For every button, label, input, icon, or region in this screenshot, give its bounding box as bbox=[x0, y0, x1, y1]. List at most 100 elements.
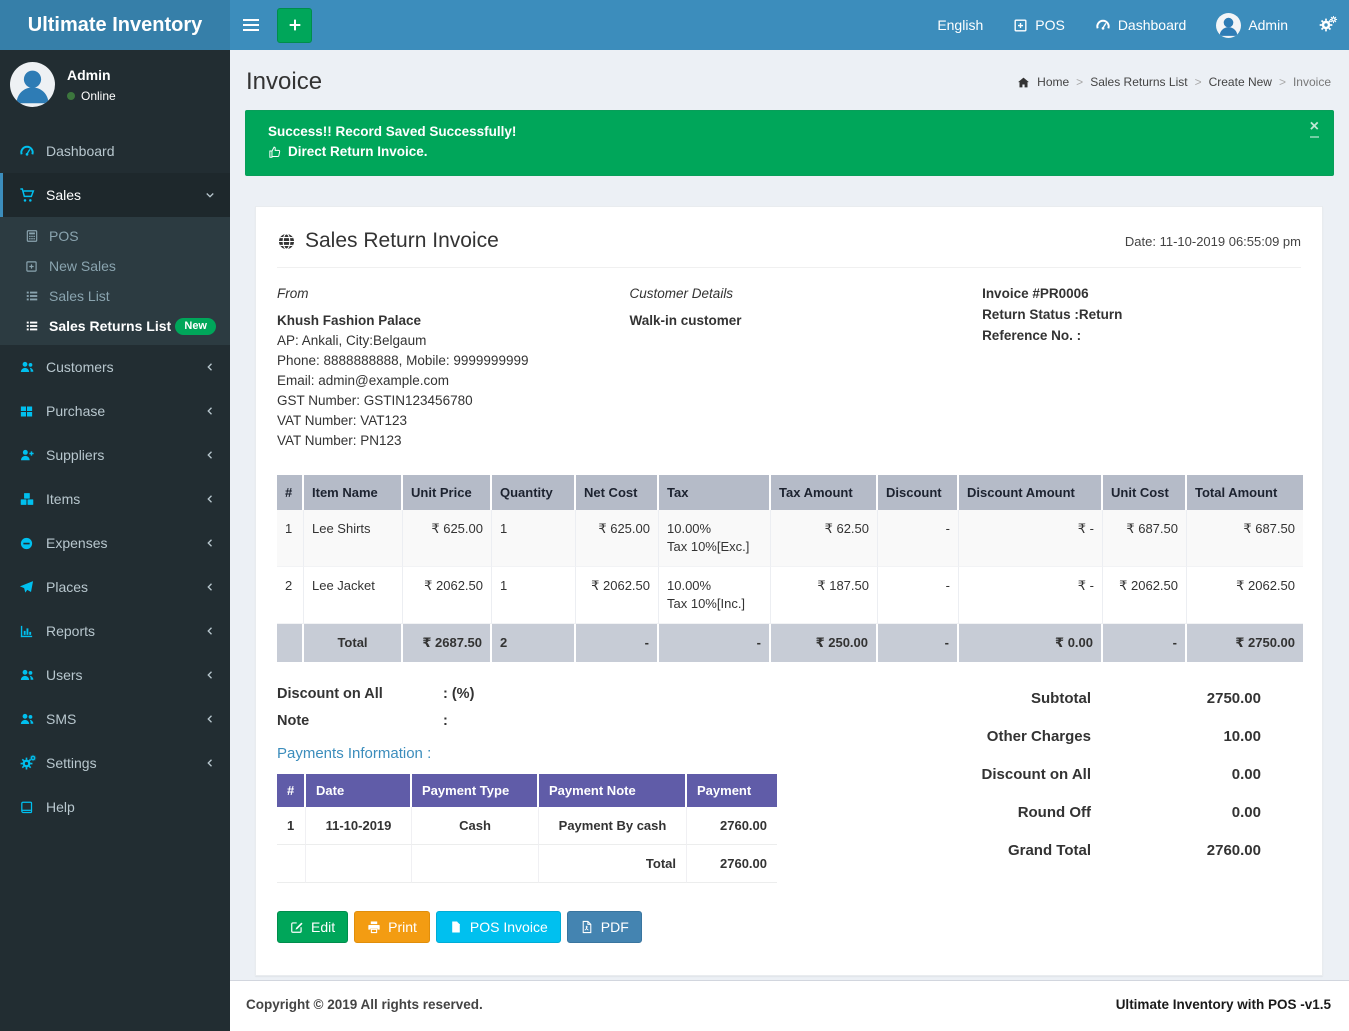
from-gst: GST Number: GSTIN123456780 bbox=[277, 391, 630, 411]
content-header: Invoice Home > Sales Returns List > Crea… bbox=[230, 50, 1349, 97]
nav-dashboard-link[interactable]: Dashboard bbox=[1080, 0, 1202, 50]
col-payment-note: Payment Note bbox=[539, 774, 687, 807]
calculator-icon bbox=[22, 229, 41, 243]
total-discount-amount: ₹ 0.00 bbox=[959, 624, 1103, 662]
col-quantity: Quantity bbox=[492, 475, 576, 510]
col-unit-cost: Unit Cost bbox=[1103, 475, 1187, 510]
grand-total-row: Grand Total 2760.00 bbox=[929, 842, 1301, 859]
cell-tax-amount: ₹ 62.50 bbox=[771, 510, 878, 567]
pencil-square-icon bbox=[290, 920, 304, 934]
items-table: # Item Name Unit Price Quantity Net Cost… bbox=[277, 475, 1303, 662]
content-wrapper: Invoice Home > Sales Returns List > Crea… bbox=[230, 50, 1349, 980]
action-buttons: Edit Print POS Invoice PDF bbox=[277, 911, 1301, 943]
list-icon bbox=[22, 289, 41, 303]
sidebar-item-dashboard[interactable]: Dashboard bbox=[0, 129, 230, 173]
chevron-left-icon bbox=[204, 361, 216, 373]
copyright-text: Copyright © 2019 All rights reserved. bbox=[246, 997, 483, 1031]
sidebar-item-settings[interactable]: Settings bbox=[0, 741, 230, 785]
plus-icon bbox=[287, 17, 303, 33]
sidebar-item-new-sales[interactable]: New Sales bbox=[0, 251, 230, 281]
grid-icon bbox=[16, 404, 37, 419]
nav-pos-link[interactable]: POS bbox=[998, 0, 1080, 50]
col-discount: Discount bbox=[878, 475, 959, 510]
from-email: Email: admin@example.com bbox=[277, 371, 630, 391]
pos-invoice-button[interactable]: POS Invoice bbox=[436, 911, 561, 943]
sidebar-item-places[interactable]: Places bbox=[0, 565, 230, 609]
settings-menu[interactable] bbox=[1303, 0, 1349, 50]
sidebar-item-sales-list[interactable]: Sales List bbox=[0, 281, 230, 311]
sidebar-item-users[interactable]: Users bbox=[0, 653, 230, 697]
user-menu[interactable]: Admin bbox=[1201, 0, 1303, 50]
invoice-meta-section: Invoice #PR0006 Return Status :Return Re… bbox=[982, 284, 1301, 451]
sidebar-item-sales-returns-list[interactable]: Sales Returns List New bbox=[0, 311, 230, 341]
print-button[interactable]: Print bbox=[354, 911, 430, 943]
invoice-number: Invoice #PR0006 bbox=[982, 284, 1301, 304]
chevron-left-icon bbox=[204, 757, 216, 769]
col-discount-amount: Discount Amount bbox=[959, 475, 1103, 510]
breadcrumb-home[interactable]: Home bbox=[1037, 75, 1069, 89]
cell-tax: 10.00% Tax 10%[Inc.] bbox=[659, 567, 771, 624]
from-address: AP: Ankali, City:Belgaum bbox=[277, 331, 630, 351]
total-discount: - bbox=[878, 624, 959, 662]
cubes-icon bbox=[16, 491, 37, 507]
language-menu[interactable]: English bbox=[922, 0, 998, 50]
table-row: 2 Lee Jacket ₹ 2062.50 1 ₹ 2062.50 10.00… bbox=[277, 567, 1303, 624]
cell-discount-amount: ₹ - bbox=[959, 510, 1103, 567]
chevron-left-icon bbox=[204, 537, 216, 549]
cell-total-amount: ₹ 687.50 bbox=[1187, 510, 1303, 567]
reference-number: Reference No. : bbox=[982, 326, 1301, 346]
paper-plane-icon bbox=[16, 580, 37, 595]
breadcrumb-invoice: Invoice bbox=[1293, 75, 1331, 89]
divider bbox=[277, 267, 1301, 268]
alert-submessage: Direct Return Invoice. bbox=[268, 144, 1298, 159]
from-phone: Phone: 8888888888, Mobile: 9999999999 bbox=[277, 351, 630, 371]
user-icon bbox=[10, 62, 55, 107]
invoice-lower-section: Discount on All : (%) Note : Payments In… bbox=[277, 686, 1301, 883]
user-icon bbox=[1216, 13, 1241, 38]
breadcrumb-separator: > bbox=[1076, 75, 1083, 89]
breadcrumb-create-new[interactable]: Create New bbox=[1209, 75, 1272, 89]
total-tax-amount: ₹ 250.00 bbox=[771, 624, 878, 662]
total-unit-price: ₹ 2687.50 bbox=[403, 624, 492, 662]
cell-sn: 2 bbox=[277, 567, 304, 624]
subtotal-row: Subtotal 2750.00 bbox=[929, 690, 1301, 707]
cell-unit-cost: ₹ 2062.50 bbox=[1103, 567, 1187, 624]
col-total-amount: Total Amount bbox=[1187, 475, 1303, 510]
breadcrumb-sales-returns-list[interactable]: Sales Returns List bbox=[1090, 75, 1187, 89]
sidebar-item-help[interactable]: Help bbox=[0, 785, 230, 829]
sidebar-item-pos[interactable]: POS bbox=[0, 221, 230, 251]
customer-name: Walk-in customer bbox=[630, 311, 983, 331]
sidebar-item-customers[interactable]: Customers bbox=[0, 345, 230, 389]
cell-net-cost: ₹ 2062.50 bbox=[576, 567, 659, 624]
cell-tax-amount: ₹ 187.50 bbox=[771, 567, 878, 624]
sidebar-item-sms[interactable]: SMS bbox=[0, 697, 230, 741]
chevron-left-icon bbox=[204, 625, 216, 637]
chevron-left-icon bbox=[204, 713, 216, 725]
sidebar-item-sales[interactable]: Sales bbox=[0, 173, 230, 217]
close-icon[interactable]: × bbox=[1310, 119, 1319, 138]
sidebar-user-panel: Admin Online bbox=[0, 50, 230, 119]
sidebar-item-purchase[interactable]: Purchase bbox=[0, 389, 230, 433]
payments-total-row: Total 2760.00 bbox=[277, 845, 777, 883]
sidebar-item-suppliers[interactable]: Suppliers bbox=[0, 433, 230, 477]
file-pdf-icon bbox=[580, 920, 594, 934]
bar-chart-icon bbox=[16, 624, 37, 639]
discount-on-all-row: Discount on All : (%) bbox=[277, 686, 777, 702]
hamburger-icon bbox=[243, 19, 259, 21]
thumbs-up-icon bbox=[268, 145, 282, 159]
from-vat2: VAT Number: PN123 bbox=[277, 431, 630, 451]
edit-button[interactable]: Edit bbox=[277, 911, 348, 943]
note-row: Note : bbox=[277, 713, 777, 729]
sidebar-item-items[interactable]: Items bbox=[0, 477, 230, 521]
sidebar-item-reports[interactable]: Reports bbox=[0, 609, 230, 653]
pdf-button[interactable]: PDF bbox=[567, 911, 642, 943]
brand-logo[interactable]: Ultimate Inventory bbox=[0, 0, 230, 50]
payments-table: # Date Payment Type Payment Note Payment… bbox=[277, 774, 777, 883]
round-off-row: Round Off 0.00 bbox=[929, 804, 1301, 821]
invoice-header: Sales Return Invoice Date: 11-10-2019 06… bbox=[277, 229, 1301, 253]
total-net-cost: - bbox=[576, 624, 659, 662]
sidebar-item-expenses[interactable]: Expenses bbox=[0, 521, 230, 565]
cell-unit-price: ₹ 625.00 bbox=[403, 510, 492, 567]
sidebar-toggle-button[interactable] bbox=[230, 0, 272, 50]
quick-add-button[interactable] bbox=[277, 8, 312, 43]
